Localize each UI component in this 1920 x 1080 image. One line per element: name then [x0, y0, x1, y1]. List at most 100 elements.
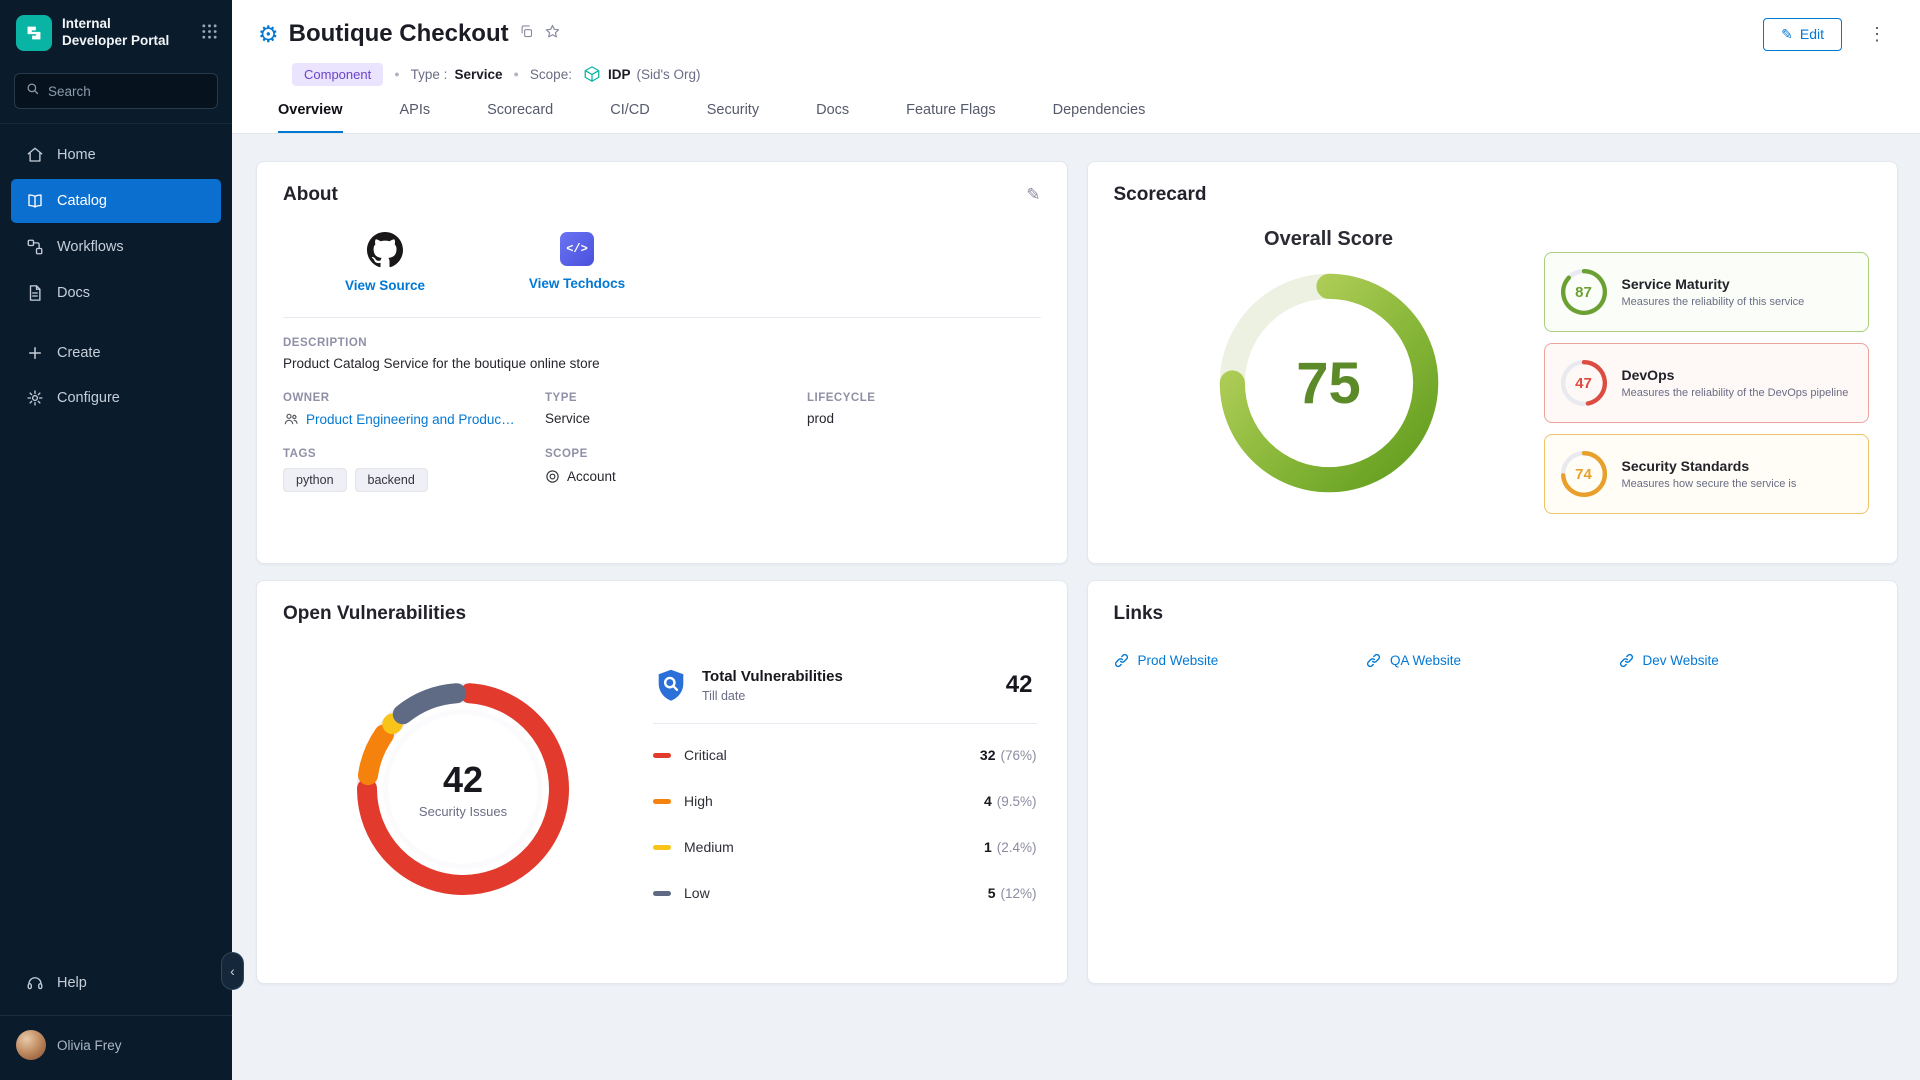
external-links: Prod Website QA Website Dev Website [1114, 653, 1872, 668]
component-badge[interactable]: Component [292, 63, 383, 86]
overall-score-area: Overall Score [1114, 206, 1544, 514]
tab-security[interactable]: Security [707, 102, 759, 133]
owner-label: OWNER [283, 392, 545, 404]
about-divider [283, 317, 1041, 318]
help-headset-icon [26, 974, 44, 992]
sidebar-item-help[interactable]: Help [11, 961, 221, 1005]
user-name: Olivia Frey [57, 1038, 122, 1053]
tab-docs[interactable]: Docs [816, 102, 849, 133]
sidebar-item-home[interactable]: Home [11, 133, 221, 177]
account-scope-icon [545, 469, 560, 484]
about-tags-grid: TAGS python backend SCOPE Account [283, 448, 1041, 492]
app-title: Internal Developer Portal [62, 16, 191, 50]
vulnerabilities-total: 42 [443, 759, 483, 801]
vulnerabilities-title: Open Vulnerabilities [283, 603, 466, 625]
description-value: Product Catalog Service for the boutique… [283, 356, 1041, 371]
overall-score-donut: 75 [1213, 267, 1445, 499]
check-security-standards[interactable]: 74 Security Standards Measures how secur… [1544, 434, 1870, 514]
apps-grid-icon[interactable] [201, 23, 218, 45]
check-devops[interactable]: 47 DevOps Measures the reliability of th… [1544, 343, 1870, 423]
main-area: ⚙ Boutique Checkout ✎ Edit ⋮ Component ● [232, 0, 1920, 1080]
avatar [16, 1030, 46, 1060]
app-root: Internal Developer Portal Home Catalog W… [0, 0, 1920, 1080]
about-card: About ✎ View Source </> View Techdocs DE… [256, 161, 1068, 564]
sidebar-search[interactable] [14, 73, 218, 109]
tags-label: TAGS [283, 448, 545, 460]
content-grid: About ✎ View Source </> View Techdocs DE… [232, 134, 1920, 1080]
tab-scorecard[interactable]: Scorecard [487, 102, 553, 133]
edit-button[interactable]: ✎ Edit [1763, 18, 1842, 51]
scorecard-card: Scorecard Overall Score [1087, 161, 1899, 564]
sidebar-item-create[interactable]: Create [11, 331, 221, 375]
owner-link[interactable]: Product Engineering and Product... [306, 412, 516, 427]
sidebar-collapse-button[interactable]: ‹ [221, 952, 244, 990]
component-gear-icon: ⚙ [258, 23, 279, 46]
vulnerability-row-medium: Medium 1 (2.4%) [653, 824, 1037, 870]
check-desc: Measures the reliability of the DevOps p… [1622, 387, 1849, 399]
tags-section: TAGS python backend [283, 448, 545, 492]
severity-dash-icon [653, 891, 671, 896]
vulnerability-breakdown: Critical 32 (76%) High 4 (9.5%) [653, 732, 1037, 916]
sidebar-item-label: Workflows [57, 239, 124, 255]
vulnerabilities-summary-title: Total Vulnerabilities [702, 668, 843, 685]
copy-icon[interactable] [519, 24, 534, 44]
tab-dependencies[interactable]: Dependencies [1053, 102, 1146, 133]
check-desc: Measures how secure the service is [1622, 478, 1797, 490]
user-profile[interactable]: Olivia Frey [0, 1015, 232, 1080]
link-dev-website[interactable]: Dev Website [1619, 653, 1872, 668]
vulnerabilities-summary: Total Vulnerabilities Till date 42 [653, 667, 1037, 703]
severity-dash-icon [653, 845, 671, 850]
check-desc: Measures the reliability of this service [1622, 296, 1805, 308]
check-name: DevOps [1622, 367, 1849, 383]
sidebar-item-catalog[interactable]: Catalog [11, 179, 221, 223]
search-input[interactable] [48, 84, 207, 99]
kebab-menu-icon[interactable]: ⋮ [1862, 24, 1892, 45]
check-service-maturity[interactable]: 87 Service Maturity Measures the reliabi… [1544, 252, 1870, 332]
plus-icon [26, 344, 44, 362]
tag-chip[interactable]: python [283, 468, 347, 492]
tag-chip[interactable]: backend [355, 468, 428, 492]
shield-scan-icon [653, 667, 689, 703]
scope-cube-icon [583, 65, 601, 83]
tab-apis[interactable]: APIs [400, 102, 431, 133]
vulnerabilities-summary-subtitle: Till date [702, 689, 843, 703]
techdocs-icon: </> [560, 232, 594, 266]
sidebar-item-workflows[interactable]: Workflows [11, 225, 221, 269]
link-icon [1619, 653, 1634, 668]
links-title: Links [1114, 603, 1164, 625]
sidebar-item-label: Catalog [57, 193, 107, 209]
link-icon [1114, 653, 1129, 668]
page-title: Boutique Checkout [289, 20, 509, 48]
link-qa-website[interactable]: QA Website [1366, 653, 1619, 668]
view-techdocs-label: View Techdocs [529, 276, 625, 291]
scope-label: SCOPE [545, 448, 807, 460]
vulnerability-row-critical: Critical 32 (76%) [653, 732, 1037, 778]
check-score: 47 [1559, 358, 1609, 408]
about-title: About [283, 184, 338, 206]
docs-icon [26, 284, 44, 302]
sidebar-item-configure[interactable]: Configure [11, 376, 221, 420]
sidebar-item-docs[interactable]: Docs [11, 271, 221, 315]
workflows-icon [26, 238, 44, 256]
sidebar: Internal Developer Portal Home Catalog W… [0, 0, 232, 1080]
view-source-link[interactable]: View Source [321, 232, 449, 293]
scorecard-title: Scorecard [1114, 184, 1207, 206]
catalog-book-icon [26, 192, 44, 210]
vulnerability-row-high: High 4 (9.5%) [653, 778, 1037, 824]
owner-section: OWNER Product Engineering and Product... [283, 392, 545, 427]
links-card: Links Prod Website QA Website Dev Websit… [1087, 580, 1899, 984]
tab-overview[interactable]: Overview [278, 102, 343, 133]
star-icon[interactable] [544, 23, 561, 45]
lifecycle-value: prod [807, 411, 1041, 426]
people-icon [283, 411, 299, 427]
about-edit-pencil-icon[interactable]: ✎ [1026, 185, 1040, 205]
vulnerabilities-summary-total: 42 [1006, 671, 1037, 699]
scope-section: SCOPE Account [545, 448, 807, 492]
about-meta-grid: OWNER Product Engineering and Product...… [283, 392, 1041, 427]
type-label: TYPE [545, 392, 807, 404]
vulnerability-row-low: Low 5 (12%) [653, 870, 1037, 916]
view-techdocs-link[interactable]: </> View Techdocs [513, 232, 641, 293]
tab-cicd[interactable]: CI/CD [610, 102, 649, 133]
link-prod-website[interactable]: Prod Website [1114, 653, 1367, 668]
tab-feature-flags[interactable]: Feature Flags [906, 102, 995, 133]
